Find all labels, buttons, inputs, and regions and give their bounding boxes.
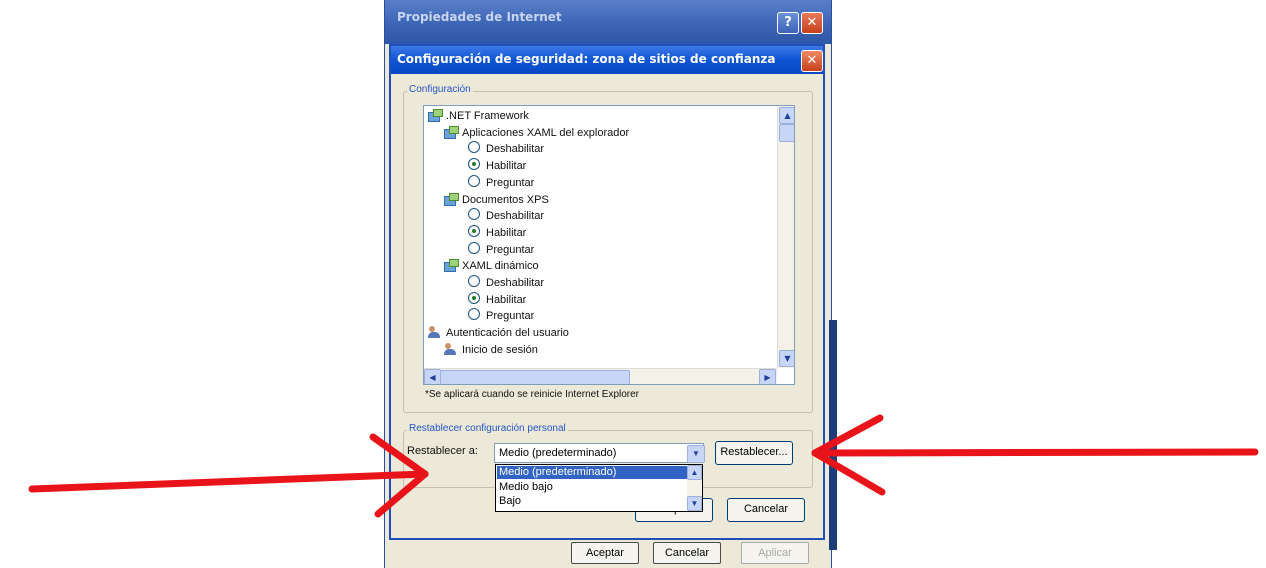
radio-button[interactable] [468, 308, 480, 321]
chevron-down-icon[interactable]: ▼ [687, 445, 705, 463]
dropdown-option[interactable]: Medio (predeterminado) [497, 466, 688, 479]
settings-item-label: Preguntar [486, 176, 535, 189]
settings-radio-option[interactable]: Habilitar [468, 158, 526, 174]
settings-item-label: Preguntar [486, 243, 535, 256]
dialog-title: Configuración de seguridad: zona de siti… [397, 52, 776, 66]
settings-item-label: Habilitar [486, 160, 527, 173]
settings-item-label: Autenticación del usuario [446, 327, 569, 340]
settings-category[interactable]: Aplicaciones XAML del explorador [444, 125, 629, 141]
vertical-scrollbar[interactable]: ▲ ▼ [777, 106, 794, 368]
settings-radio-option[interactable]: Preguntar [468, 241, 535, 258]
settings-radio-option[interactable]: Preguntar [468, 308, 534, 324]
security-settings-dialog: Configuración de seguridad: zona de siti… [389, 44, 825, 540]
scroll-right-icon[interactable]: ▶ [759, 369, 776, 384]
settings-tree-list[interactable]: .NET Framework Aplicaciones XAML del expl… [423, 105, 795, 385]
settings-icon [444, 125, 459, 139]
settings-radio-option[interactable]: Deshabilitar [468, 141, 544, 157]
settings-item-label: Aplicaciones XAML del explorador [462, 126, 630, 139]
reset-button[interactable]: Restablecer... [715, 441, 793, 465]
horizontal-scroll-thumb[interactable] [440, 370, 630, 384]
settings-group-title: Configuración [407, 84, 473, 95]
dialog-close-icon[interactable]: ✕ [801, 50, 823, 72]
radio-button[interactable] [468, 241, 480, 254]
settings-item-label: .NET Framework [446, 110, 529, 122]
internet-properties-title: Propiedades de Internet [397, 10, 562, 24]
settings-item-label: Habilitar [486, 226, 527, 239]
settings-radio-option[interactable]: Deshabilitar [468, 208, 544, 224]
close-icon[interactable]: ✕ [801, 12, 823, 34]
help-icon[interactable]: ? [777, 12, 799, 34]
settings-category[interactable]: .NET Framework [428, 108, 529, 124]
radio-button[interactable] [468, 174, 480, 187]
settings-item-label: Documentos XPS [462, 193, 549, 206]
vertical-scroll-thumb[interactable] [779, 124, 794, 142]
radio-button[interactable] [468, 275, 480, 287]
scroll-down-icon[interactable]: ▼ [687, 496, 702, 511]
internet-properties-aceptar-button[interactable]: Aceptar [571, 542, 639, 564]
settings-radio-option[interactable]: Preguntar [468, 174, 535, 191]
restart-note: *Se aplicará cuando se reinicie Internet… [425, 389, 640, 400]
internet-properties-cancelar-button[interactable]: Cancelar [653, 542, 721, 564]
settings-category[interactable]: XAML dinámico [444, 258, 539, 274]
dialog-titlebar: Configuración de seguridad: zona de siti… [391, 46, 823, 74]
settings-radio-option[interactable]: Deshabilitar [468, 275, 544, 291]
red-arrow-right-icon [811, 414, 1259, 496]
scroll-up-icon[interactable]: ▲ [687, 465, 702, 480]
settings-item-label: XAML dinámico [462, 260, 539, 273]
settings-item-label: Preguntar [486, 310, 535, 323]
user-icon [428, 326, 442, 339]
cancel-button[interactable]: Cancelar [727, 498, 805, 522]
radio-button[interactable] [468, 141, 480, 154]
dropdown-option[interactable]: Medio bajo [497, 481, 553, 494]
scroll-left-icon[interactable]: ◀ [424, 369, 441, 384]
radio-button[interactable] [468, 158, 480, 171]
user-icon [444, 342, 458, 355]
settings-category[interactable]: Inicio de sesión [444, 342, 538, 358]
reset-level-value: Medio (predeterminado) [499, 447, 617, 459]
red-arrow-left-icon [28, 433, 429, 518]
settings-item-label: Deshabilitar [486, 143, 545, 156]
settings-category[interactable]: Documentos XPS [444, 192, 549, 208]
horizontal-scrollbar[interactable]: ◀ ▶ [424, 368, 777, 384]
reset-level-select[interactable]: Medio (predeterminado) ▼ [494, 443, 705, 463]
dropdown-option[interactable]: Bajo [497, 495, 521, 508]
settings-category[interactable]: Autenticación del usuario [428, 325, 569, 341]
reset-level-dropdown[interactable]: Medio (predeterminado) Medio bajo Bajo ▲… [495, 464, 703, 512]
scroll-down-icon[interactable]: ▼ [779, 350, 794, 367]
internet-properties-aplicar-button[interactable]: Aplicar [741, 542, 809, 564]
settings-icon [428, 109, 443, 122]
reset-group-title: Restablecer configuración personal [407, 423, 568, 434]
radio-button[interactable] [468, 208, 480, 221]
radio-button[interactable] [468, 224, 480, 237]
dropdown-scrollbar[interactable]: ▲ ▼ [687, 465, 702, 511]
settings-radio-option[interactable]: Habilitar [468, 224, 527, 241]
reset-to-label: Restablecer a: [407, 445, 478, 457]
radio-button[interactable] [468, 291, 480, 304]
settings-icon [444, 192, 459, 206]
internet-properties-titlebar: Propiedades de Internet ? ✕ [385, 0, 831, 44]
settings-item-label: Habilitar [486, 293, 527, 306]
settings-radio-option[interactable]: Habilitar [468, 291, 527, 308]
window-edge [829, 320, 837, 550]
settings-icon [444, 259, 459, 273]
settings-item-label: Deshabilitar [486, 210, 545, 223]
settings-item-label: Inicio de sesión [462, 343, 538, 356]
settings-item-label: Deshabilitar [486, 277, 545, 289]
scroll-up-icon[interactable]: ▲ [779, 107, 794, 124]
